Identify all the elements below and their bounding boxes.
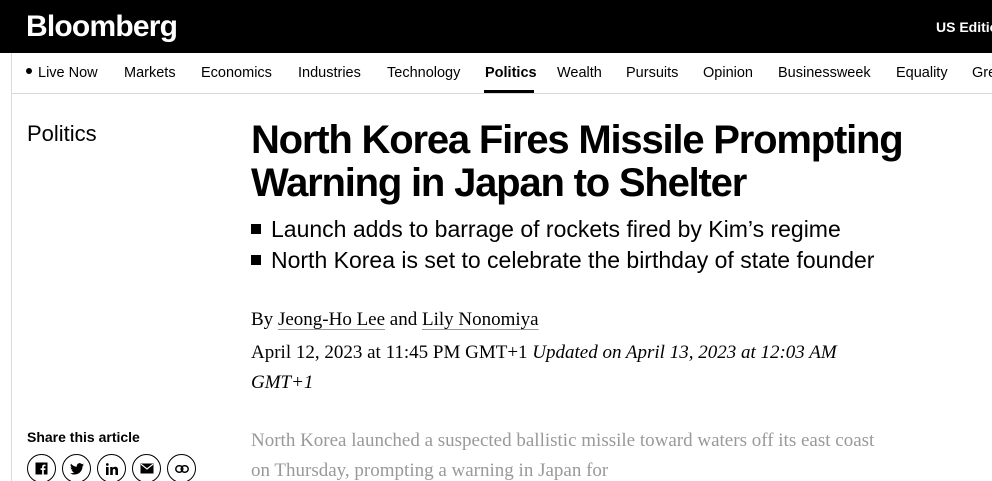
article-headline: North Korea Fires Missile Prompting Warn… — [251, 118, 904, 205]
dateline: April 12, 2023 at 11:45 PM GMT+1 Updated… — [251, 338, 871, 398]
twitter-share-button[interactable] — [62, 454, 91, 481]
summary-bullet-text: Launch adds to barrage of rockets fired … — [271, 216, 841, 242]
edition-selector[interactable]: US Edition — [936, 19, 992, 36]
summary-bullet-text: North Korea is set to celebrate the birt… — [271, 247, 875, 273]
article-summary: Launch adds to barrage of rockets fired … — [251, 214, 971, 276]
bullet-square-icon — [251, 255, 261, 265]
byline-conjunction: and — [389, 309, 418, 330]
share-label: Share this article — [27, 429, 140, 445]
byline-prefix: By — [251, 309, 274, 330]
byline: By Jeong-Ho Lee and Lily Nonomiya — [251, 308, 539, 332]
facebook-icon — [35, 462, 48, 475]
nav-item-green[interactable]: Green — [972, 65, 992, 82]
bloomberg-logo[interactable]: Bloomberg — [26, 9, 178, 45]
bullet-square-icon — [251, 224, 261, 234]
nav-item-markets[interactable]: Markets — [124, 65, 176, 82]
section-label[interactable]: Politics — [27, 121, 97, 147]
nav-item-technology[interactable]: Technology — [387, 65, 460, 82]
facebook-share-button[interactable] — [27, 454, 56, 481]
nav-item-businessweek[interactable]: Businessweek — [778, 65, 871, 82]
summary-bullet: North Korea is set to celebrate the birt… — [251, 245, 971, 276]
active-nav-indicator — [484, 90, 534, 93]
article-body-paragraph: North Korea launched a suspected ballist… — [251, 430, 875, 481]
email-share-button[interactable] — [132, 454, 161, 481]
published-date: April 12, 2023 at 11:45 PM GMT+1 — [251, 342, 528, 363]
copy-link-button[interactable] — [167, 454, 196, 481]
linkedin-icon — [105, 462, 118, 475]
live-dot-icon — [26, 68, 32, 75]
nav-item-equality[interactable]: Equality — [896, 65, 948, 82]
nav-item-economics[interactable]: Economics — [201, 65, 272, 82]
nav-item-industries[interactable]: Industries — [298, 65, 361, 82]
top-bar: Bloomberg US Edition — [0, 0, 992, 53]
link-icon — [174, 464, 189, 473]
author-link-jeong-ho-lee[interactable]: Jeong-Ho Lee — [278, 309, 385, 330]
section-nav: Live Now Markets Economics Industries Te… — [11, 53, 992, 94]
nav-item-label: Live Now — [38, 65, 98, 81]
email-icon — [140, 463, 153, 474]
nav-item-pursuits[interactable]: Pursuits — [626, 65, 678, 82]
nav-item-live-now[interactable]: Live Now — [26, 65, 98, 82]
nav-item-opinion[interactable]: Opinion — [703, 65, 753, 82]
left-divider — [11, 94, 12, 481]
author-link-lily-nonomiya[interactable]: Lily Nonomiya — [422, 309, 539, 330]
summary-bullet: Launch adds to barrage of rockets fired … — [251, 214, 971, 245]
nav-item-wealth[interactable]: Wealth — [557, 65, 602, 82]
linkedin-share-button[interactable] — [97, 454, 126, 481]
nav-item-politics[interactable]: Politics — [485, 65, 537, 82]
twitter-icon — [69, 462, 84, 475]
